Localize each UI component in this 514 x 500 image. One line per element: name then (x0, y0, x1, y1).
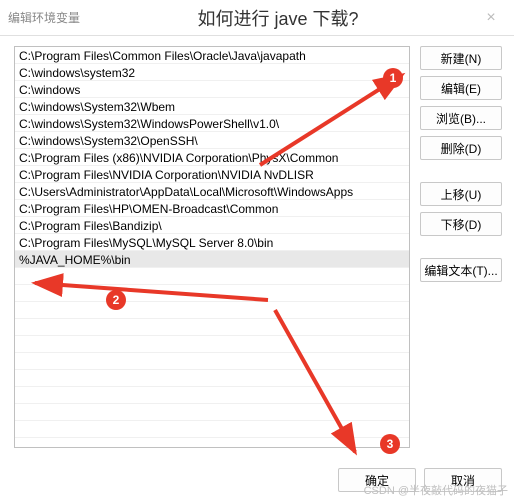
list-item[interactable]: C:\Program Files\MySQL\MySQL Server 8.0\… (15, 234, 409, 251)
list-item (15, 370, 409, 387)
list-item[interactable]: C:\Program Files\NVIDIA Corporation\NVID… (15, 166, 409, 183)
path-listbox[interactable]: C:\Program Files\Common Files\Oracle\Jav… (14, 46, 410, 448)
watermark-text: CSDN @半夜敲代码的夜猫子 (364, 482, 508, 498)
list-item (15, 319, 409, 336)
list-item[interactable]: C:\windows (15, 81, 409, 98)
list-item (15, 353, 409, 370)
browse-button[interactable]: 浏览(B)... (420, 106, 502, 130)
list-item[interactable]: C:\Program Files\Bandizip\ (15, 217, 409, 234)
list-item (15, 336, 409, 353)
list-item[interactable]: C:\Program Files (x86)\NVIDIA Corporatio… (15, 149, 409, 166)
list-item (15, 421, 409, 438)
list-item (15, 285, 409, 302)
edit-button[interactable]: 编辑(E) (420, 76, 502, 100)
close-icon[interactable]: × (476, 3, 506, 33)
titlebar-label: 编辑环境变量 (8, 9, 80, 26)
list-item[interactable]: C:\windows\System32\OpenSSH\ (15, 132, 409, 149)
movedown-button[interactable]: 下移(D) (420, 212, 502, 236)
list-item (15, 302, 409, 319)
new-button[interactable]: 新建(N) (420, 46, 502, 70)
list-item (15, 268, 409, 285)
list-item[interactable]: %JAVA_HOME%\bin (15, 251, 409, 268)
list-item[interactable]: C:\windows\system32 (15, 64, 409, 81)
moveup-button[interactable]: 上移(U) (420, 182, 502, 206)
list-item (15, 387, 409, 404)
delete-button[interactable]: 删除(D) (420, 136, 502, 160)
list-item[interactable]: C:\windows\System32\WindowsPowerShell\v1… (15, 115, 409, 132)
list-item (15, 404, 409, 421)
list-item[interactable]: C:\Program Files\HP\OMEN-Broadcast\Commo… (15, 200, 409, 217)
titlebar: 编辑环境变量 如何进行 jave 下载? × (0, 0, 514, 36)
titlebar-title: 如何进行 jave 下载? (80, 5, 476, 31)
content-area: C:\Program Files\Common Files\Oracle\Jav… (0, 36, 514, 456)
list-item[interactable]: C:\Users\Administrator\AppData\Local\Mic… (15, 183, 409, 200)
annotation-badge-2: 2 (106, 290, 126, 310)
edittext-button[interactable]: 编辑文本(T)... (420, 258, 502, 282)
dialog-window: 编辑环境变量 如何进行 jave 下载? × C:\Program Files\… (0, 0, 514, 500)
list-item[interactable]: C:\Program Files\Common Files\Oracle\Jav… (15, 47, 409, 64)
sidebar-buttons: 新建(N) 编辑(E) 浏览(B)... 删除(D) 上移(U) 下移(D) 编… (420, 46, 502, 448)
annotation-badge-1: 1 (383, 68, 403, 88)
annotation-badge-3: 3 (380, 434, 400, 454)
list-item[interactable]: C:\windows\System32\Wbem (15, 98, 409, 115)
